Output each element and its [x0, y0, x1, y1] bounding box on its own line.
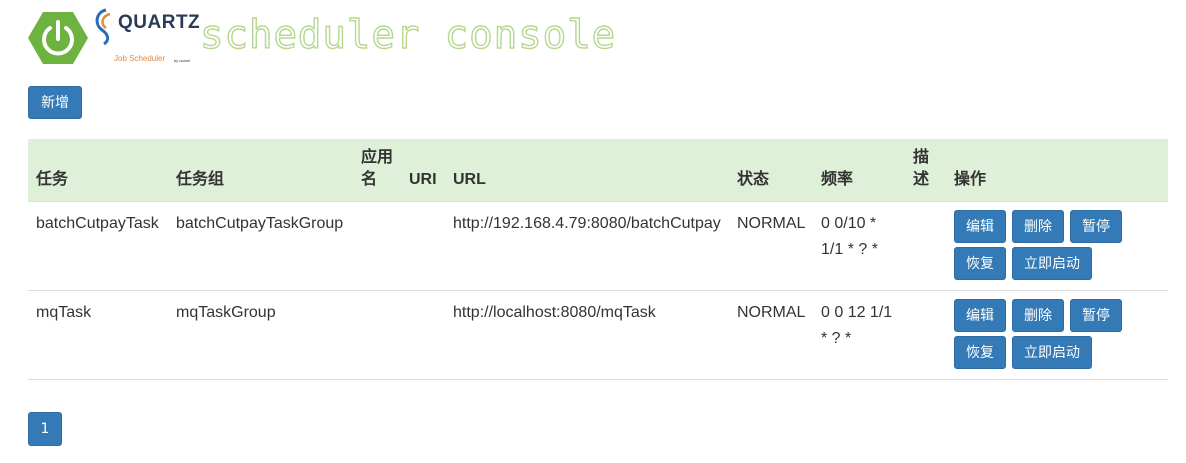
action-buttons: 编辑 删除 暂停 恢复 立即启动 [954, 299, 1154, 371]
spring-power-logo-icon [28, 12, 88, 64]
delete-button[interactable]: 删除 [1012, 299, 1064, 332]
pause-button[interactable]: 暂停 [1070, 299, 1122, 332]
column-header-actions: 操作 [946, 139, 1168, 202]
pagination-page-button[interactable]: 1 [28, 412, 62, 446]
column-header-url: URL [445, 139, 729, 202]
quartz-logo-text: QUARTZ [118, 12, 201, 33]
edit-button[interactable]: 编辑 [954, 299, 1006, 332]
cell-description [905, 290, 946, 380]
resume-button[interactable]: 恢复 [954, 247, 1006, 280]
table-row: batchCutpayTask batchCutpayTaskGroup htt… [28, 201, 1168, 291]
delete-button[interactable]: 删除 [1012, 210, 1064, 243]
column-header-task: 任务 [28, 139, 168, 202]
column-header-app: 应用名 [353, 139, 401, 202]
cell-task: mqTask [28, 290, 168, 380]
cell-frequency: 0 0/10 * 1/1 * ? * [813, 201, 905, 291]
cell-group: batchCutpayTaskGroup [168, 201, 353, 291]
resume-button[interactable]: 恢复 [954, 336, 1006, 369]
quartz-swirl-icon [95, 8, 111, 46]
task-table: 任务 任务组 应用名 URI URL 状态 频率 描述 操作 batchCutp… [28, 139, 1168, 380]
cell-frequency: 0 0 12 1/1 * ? * [813, 290, 905, 380]
cell-app [353, 201, 401, 291]
cell-actions: 编辑 删除 暂停 恢复 立即启动 [946, 201, 1168, 291]
cell-actions: 编辑 删除 暂停 恢复 立即启动 [946, 290, 1168, 380]
cell-task: batchCutpayTask [28, 201, 168, 291]
column-header-uri: URI [401, 139, 445, 202]
quartz-logo-subtitle: Job Scheduler [114, 54, 166, 63]
cell-status: NORMAL [729, 201, 813, 291]
cell-app [353, 290, 401, 380]
action-buttons: 编辑 删除 暂停 恢复 立即启动 [954, 210, 1154, 282]
column-header-frequency: 频率 [813, 139, 905, 202]
pause-button[interactable]: 暂停 [1070, 210, 1122, 243]
cell-description [905, 201, 946, 291]
run-now-button[interactable]: 立即启动 [1012, 247, 1092, 280]
cell-status: NORMAL [729, 290, 813, 380]
app-header: QUARTZ Job Scheduler by ocaml scheduler … [28, 4, 616, 70]
add-task-button[interactable]: 新增 [28, 86, 82, 119]
console-title: scheduler console [199, 12, 617, 58]
column-header-status: 状态 [729, 139, 813, 202]
cell-url: http://localhost:8080/mqTask [445, 290, 729, 380]
table-row: mqTask mqTaskGroup http://localhost:8080… [28, 290, 1168, 380]
edit-button[interactable]: 编辑 [954, 210, 1006, 243]
cell-uri [401, 290, 445, 380]
column-header-group: 任务组 [168, 139, 353, 202]
cell-uri [401, 201, 445, 291]
quartz-logo: QUARTZ Job Scheduler by ocaml [92, 6, 216, 70]
quartz-logo-mini: by ocaml [174, 58, 191, 63]
column-header-description: 描述 [905, 139, 946, 202]
cell-url: http://192.168.4.79:8080/batchCutpay [445, 201, 729, 291]
run-now-button[interactable]: 立即启动 [1012, 336, 1092, 369]
table-header-row: 任务 任务组 应用名 URI URL 状态 频率 描述 操作 [28, 139, 1168, 202]
cell-group: mqTaskGroup [168, 290, 353, 380]
